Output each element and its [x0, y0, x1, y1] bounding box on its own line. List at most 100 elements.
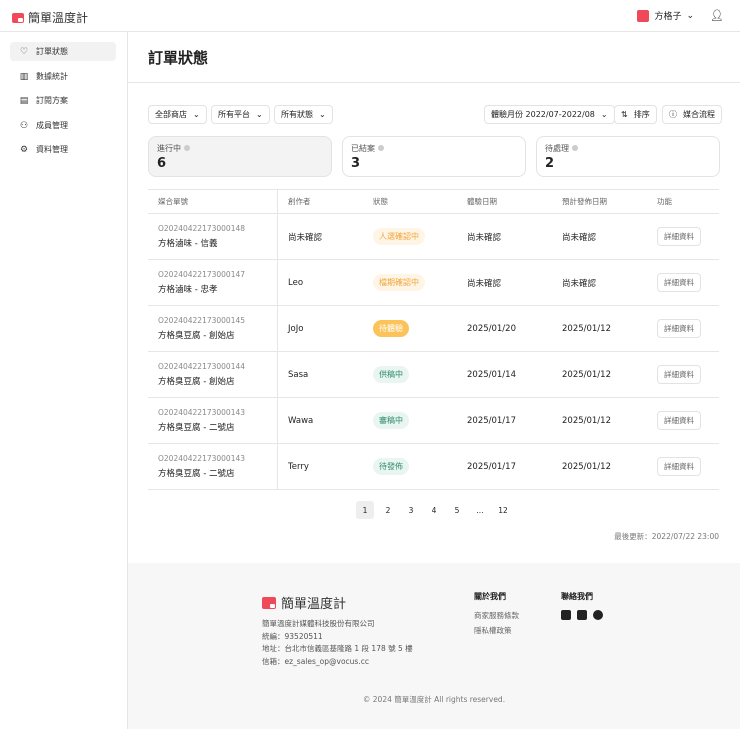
help-icon	[378, 145, 384, 151]
card-in-progress[interactable]: 進行中 6	[148, 136, 332, 177]
col-creator: 創作者	[288, 197, 311, 206]
privacy-link[interactable]: 隱私權政策	[474, 625, 519, 636]
store-name: 方格臭豆腐 - 創始店	[158, 331, 235, 341]
contact-heading: 聯絡我們	[561, 592, 593, 601]
table-row: O20240422173000147 方格滷味 - 忠孝 Leo 檔期確認中 尚未…	[148, 260, 719, 306]
sort-icon: ⇅	[621, 110, 628, 119]
page-button[interactable]: 4	[425, 501, 443, 519]
order-id: O20240422173000143	[158, 408, 246, 417]
store-name: 方格滷味 - 忠孝	[158, 285, 218, 295]
flow-button[interactable]: ⓘ 媒合流程	[662, 105, 722, 124]
footer-brand: 簡單溫度計	[281, 597, 347, 612]
sidebar-item-label: 數據統計	[36, 72, 68, 81]
platform-filter[interactable]: 所有平台 ⌄	[211, 105, 270, 124]
sidebar-item-label: 成員管理	[36, 121, 68, 130]
exp-date: 2025/01/14	[467, 369, 516, 380]
page-button[interactable]: 3	[402, 501, 420, 519]
status-badge: 待發佈	[373, 458, 409, 475]
col-exp-date: 體驗日期	[467, 197, 497, 206]
store-name: 方格臭豆腐 - 創始店	[158, 377, 235, 387]
chevron-down-icon: ⌄	[600, 110, 608, 119]
col-pub-date: 預計發佈日期	[562, 197, 607, 206]
card-label: 已結案	[351, 144, 375, 153]
detail-button[interactable]: 詳細資料	[657, 365, 701, 384]
card-pending[interactable]: 待處理 2	[536, 136, 720, 177]
account-icon[interactable]: 👤︎	[710, 9, 724, 22]
store-name: 方格臭豆腐 - 二號店	[158, 469, 235, 479]
status-filter[interactable]: 所有狀態 ⌄	[274, 105, 333, 124]
page-button[interactable]: 12	[494, 501, 512, 519]
store-name: 方格滷味 - 信義	[158, 239, 218, 249]
creator: Sasa	[288, 369, 309, 380]
footer-logo: 簡單溫度計	[262, 593, 346, 612]
sidebar-item-members[interactable]: ⚇ 成員管理	[10, 116, 116, 135]
pub-date: 2025/01/12	[562, 323, 611, 334]
detail-button[interactable]: 詳細資料	[657, 273, 701, 292]
page-button[interactable]: 1	[356, 501, 374, 519]
email: 信箱：ez_sales_op@vocus.cc	[262, 656, 369, 666]
card-value: 2	[545, 156, 555, 171]
orders-table: 媒合單號 創作者 狀態 體驗日期 預計發佈日期 功能 O202404221730…	[148, 189, 719, 490]
tax-id: 統編：93520511	[262, 631, 323, 641]
sort-button[interactable]: ⇅ 排序	[614, 105, 657, 124]
page-button[interactable]: 2	[379, 501, 397, 519]
status-badge: 審稿中	[373, 412, 409, 429]
sidebar-item-orders[interactable]: ♡ 訂單狀態	[10, 42, 116, 61]
exp-date: 2025/01/20	[467, 323, 516, 334]
creator: 尚未確認	[288, 232, 323, 243]
instagram-icon[interactable]	[577, 610, 587, 620]
sidebar-item-data[interactable]: ⚙ 資料管理	[10, 140, 116, 159]
table-row: O20240422173000148 方格滷味 - 信義 尚未確認 人選確認中 尚…	[148, 214, 719, 260]
order-id: O20240422173000144	[158, 362, 246, 371]
card-label: 進行中	[157, 144, 181, 153]
page-button[interactable]: 5	[448, 501, 466, 519]
detail-button[interactable]: 詳細資料	[657, 457, 701, 476]
gear-icon: ⚙	[19, 144, 29, 155]
company-name: 簡單溫度計媒體科技股份有限公司	[262, 619, 375, 628]
top-header: 簡單溫度計 方格子 ⌄ 👤︎	[0, 0, 740, 32]
store-filter-label: 全部商店	[155, 110, 187, 119]
brand-name: 簡單溫度計	[28, 11, 89, 25]
address: 地址：台北市信義區基隆路 1 段 178 號 5 樓	[262, 644, 413, 653]
sidebar-item-stats[interactable]: ▥ 數據統計	[10, 67, 116, 86]
store-name: 方格臭豆腐 - 二號店	[158, 423, 235, 433]
detail-button[interactable]: 詳細資料	[657, 227, 701, 246]
detail-button[interactable]: 詳細資料	[657, 411, 701, 430]
table-row: O20240422173000143 方格臭豆腐 - 二號店 Wawa 審稿中 2…	[148, 398, 719, 444]
card-label: 待處理	[545, 144, 569, 153]
table-row: O20240422173000145 方格臭豆腐 - 創始店 JoJo 待體驗 2…	[148, 306, 719, 352]
plan-icon: ▤	[19, 95, 29, 106]
status-badge: 供稿中	[373, 366, 409, 383]
company-info: 簡單溫度計媒體科技股份有限公司 統編：93520511 地址：台北市信義區基隆路…	[262, 618, 413, 668]
brand-logo[interactable]: 簡單溫度計	[12, 9, 88, 26]
chevron-down-icon: ⌄	[686, 10, 694, 21]
line-icon[interactable]	[593, 610, 603, 620]
table-row: O20240422173000143 方格臭豆腐 - 二號店 Terry 待發佈 …	[148, 444, 719, 490]
table-row: O20240422173000144 方格臭豆腐 - 創始店 Sasa 供稿中 2…	[148, 352, 719, 398]
card-closed[interactable]: 已結案 3	[342, 136, 526, 177]
pub-date: 2025/01/12	[562, 461, 611, 472]
detail-button[interactable]: 詳細資料	[657, 319, 701, 338]
sidebar-item-plans[interactable]: ▤ 訂閱方案	[10, 91, 116, 110]
creator: JoJo	[288, 323, 304, 334]
month-filter-label: 體驗月份 2022/07-2022/08	[491, 110, 595, 119]
status-filter-label: 所有狀態	[281, 110, 313, 119]
users-icon: ⚇	[19, 120, 29, 131]
exp-date: 2025/01/17	[467, 461, 516, 472]
order-id: O20240422173000145	[158, 316, 246, 325]
creator: Wawa	[288, 415, 314, 426]
status-badge: 待體驗	[373, 320, 409, 337]
page-button[interactable]: ...	[471, 501, 489, 519]
help-icon	[572, 145, 578, 151]
month-filter[interactable]: 體驗月份 2022/07-2022/08 ⌄	[484, 105, 615, 124]
store-filter[interactable]: 全部商店 ⌄	[148, 105, 207, 124]
exp-date: 2025/01/17	[467, 415, 516, 426]
flow-label: 媒合流程	[683, 110, 715, 119]
sidebar: ♡ 訂單狀態 ▥ 數據統計 ▤ 訂閱方案 ⚇ 成員管理 ⚙ 資料管理	[0, 32, 128, 729]
terms-link[interactable]: 商家服務條款	[474, 610, 519, 621]
user-menu[interactable]: 方格子 ⌄	[637, 9, 694, 22]
status-badge: 人選確認中	[373, 228, 425, 245]
facebook-icon[interactable]	[561, 610, 571, 620]
pub-date: 尚未確認	[562, 278, 597, 289]
handshake-icon: ♡	[19, 46, 29, 57]
